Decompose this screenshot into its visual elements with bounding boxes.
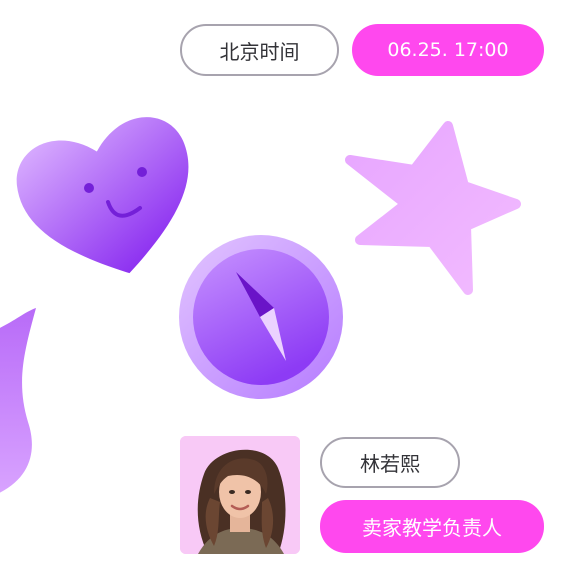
compass-icon	[179, 235, 343, 399]
presenter-role-badge: 卖家教学负责人	[320, 500, 544, 553]
flame-wave-icon	[0, 308, 36, 493]
star-icon	[345, 121, 521, 295]
presenter-name: 林若熙	[320, 437, 460, 488]
time-value-badge: 06.25. 17:00	[352, 24, 544, 76]
presenter-avatar	[180, 436, 300, 554]
beijing-time-label: 北京时间	[180, 24, 339, 76]
